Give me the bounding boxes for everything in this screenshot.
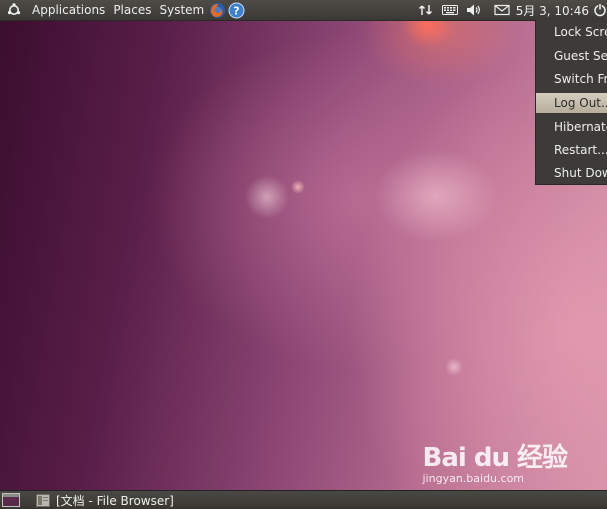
session-menu: Lock Screen Guest Session... Switch From… <box>535 20 607 185</box>
keyboard-icon[interactable] <box>441 3 458 17</box>
svg-text:?: ? <box>234 4 240 17</box>
panel-right: 5月 3, 10:46 <box>414 0 607 20</box>
clock[interactable]: 5月 3, 10:46 <box>516 2 589 19</box>
log-out-item[interactable]: Log Out... <box>536 93 607 113</box>
bottom-panel: [文档 - File Browser] <box>0 490 607 509</box>
shut-down-item[interactable]: Shut Down... <box>536 163 607 183</box>
taskbar-window-file-browser[interactable]: [文档 - File Browser] <box>32 491 178 509</box>
power-icon[interactable] <box>593 3 607 17</box>
file-browser-icon <box>36 493 50 507</box>
network-icon[interactable] <box>418 3 434 17</box>
panel-left: Applications Places System ? <box>0 0 246 20</box>
help-icon[interactable]: ? <box>228 2 245 19</box>
restart-item[interactable]: Restart... <box>536 140 607 160</box>
desktop: Applications Places System ? 5月 3, 10:46… <box>0 0 607 509</box>
ubuntu-logo-icon[interactable] <box>7 3 21 17</box>
mail-icon[interactable] <box>494 3 510 17</box>
applications-menu[interactable]: Applications <box>28 3 109 17</box>
baidu-watermark: Bai du 经验 jingyan.baidu.com <box>423 437 568 485</box>
show-desktop-icon[interactable] <box>2 493 20 507</box>
lock-screen-item[interactable]: Lock Screen <box>536 22 607 42</box>
guest-session-item[interactable]: Guest Session... <box>536 46 607 66</box>
volume-icon[interactable] <box>466 3 482 17</box>
top-panel: Applications Places System ? 5月 3, 10:46 <box>0 0 607 21</box>
system-menu[interactable]: System <box>155 3 208 17</box>
window-title: [文档 - File Browser] <box>56 493 174 508</box>
firefox-icon[interactable] <box>209 2 226 19</box>
switch-user-item[interactable]: Switch From... <box>536 69 607 89</box>
watermark-brand: Bai du 经验 <box>422 443 568 473</box>
hibernate-item[interactable]: Hibernate <box>536 117 607 137</box>
places-menu[interactable]: Places <box>109 3 155 17</box>
